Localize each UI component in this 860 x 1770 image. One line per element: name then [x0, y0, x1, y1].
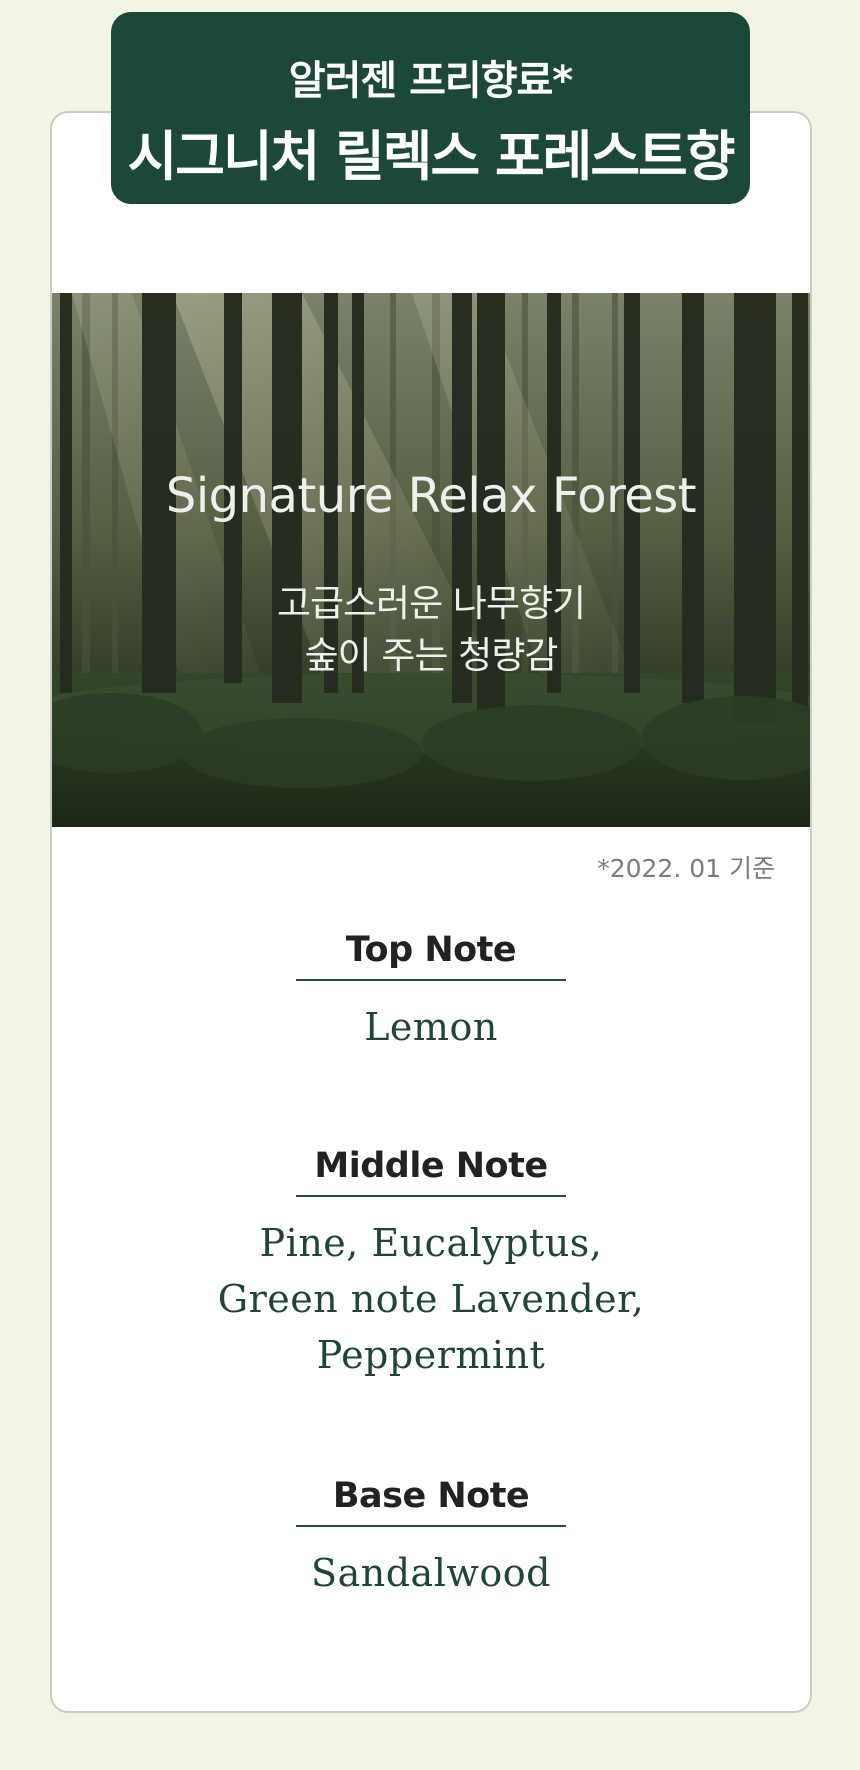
middle-note-item: Green note Lavender,: [217, 1277, 645, 1321]
footnote-date: *2022. 01 기준: [597, 854, 775, 883]
forest-hero-image: Signature Relax Forest 고급스러운 나무향기 숲이 주는 …: [52, 293, 810, 827]
banner-title: 시그니처 릴렉스 포레스트향: [127, 125, 736, 188]
base-note-heading: Base Note: [332, 1476, 530, 1516]
hero-tagline-1: 고급스러운 나무향기: [276, 582, 586, 625]
top-note-heading: Top Note: [345, 930, 517, 970]
middle-note-item: Pine, Eucalyptus,: [259, 1221, 603, 1265]
title-banner: 알러젠 프리향료* 시그니처 릴렉스 포레스트향: [111, 12, 750, 204]
product-card: Signature Relax Forest 고급스러운 나무향기 숲이 주는 …: [50, 111, 812, 1713]
hero-title: Signature Relax Forest: [165, 468, 697, 524]
top-note-item: Lemon: [364, 1005, 498, 1049]
middle-note-section: Middle Note Pine, Eucalyptus, Green note…: [52, 1137, 810, 1383]
top-note-items: Lemon: [52, 999, 810, 1055]
base-note-section: Base Note Sandalwood: [52, 1467, 810, 1601]
base-note-divider: [296, 1525, 566, 1527]
top-note-divider: [296, 979, 566, 981]
middle-note-divider: [296, 1195, 566, 1197]
middle-note-heading: Middle Note: [314, 1146, 548, 1186]
hero-tagline-2: 숲이 주는 청량감: [304, 634, 559, 677]
base-note-item: Sandalwood: [311, 1551, 551, 1595]
middle-note-item: Peppermint: [316, 1333, 546, 1377]
middle-note-items: Pine, Eucalyptus, Green note Lavender, P…: [52, 1215, 810, 1383]
base-note-items: Sandalwood: [52, 1545, 810, 1601]
forest-photo: [52, 293, 810, 827]
banner-subtitle: 알러젠 프리향료*: [288, 58, 573, 104]
top-note-section: Top Note Lemon: [52, 921, 810, 1055]
